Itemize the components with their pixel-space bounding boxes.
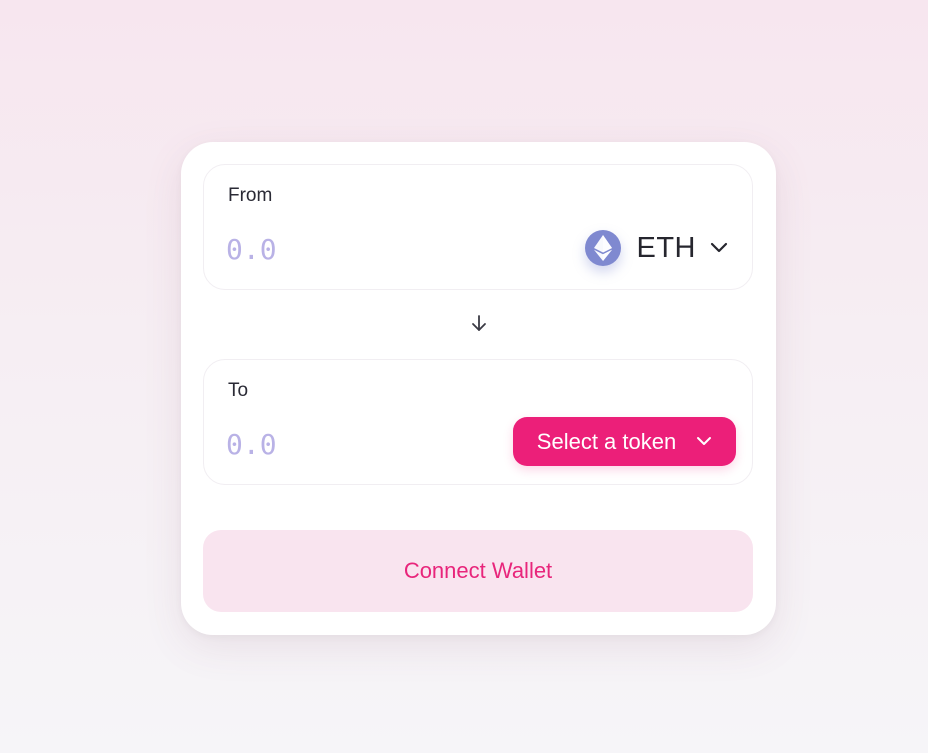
to-field: To Select a token <box>203 359 753 485</box>
to-amount-input[interactable] <box>226 422 426 466</box>
from-token-symbol: ETH <box>636 231 696 264</box>
select-token-label: Select a token <box>536 428 677 454</box>
to-label: To <box>228 380 249 401</box>
connect-wallet-button[interactable]: Connect Wallet <box>203 530 753 612</box>
arrow-down-icon[interactable] <box>468 312 490 334</box>
chevron-down-icon <box>710 242 728 254</box>
from-amount-input[interactable] <box>226 227 426 271</box>
from-label: From <box>228 185 273 206</box>
ethereum-icon <box>584 230 621 266</box>
from-field: From ETH <box>203 164 753 290</box>
chevron-down-icon <box>696 436 712 447</box>
from-token-selector[interactable]: ETH <box>584 227 729 269</box>
swap-card: From ETH To <box>181 142 776 635</box>
select-token-button[interactable]: Select a token <box>513 417 736 466</box>
